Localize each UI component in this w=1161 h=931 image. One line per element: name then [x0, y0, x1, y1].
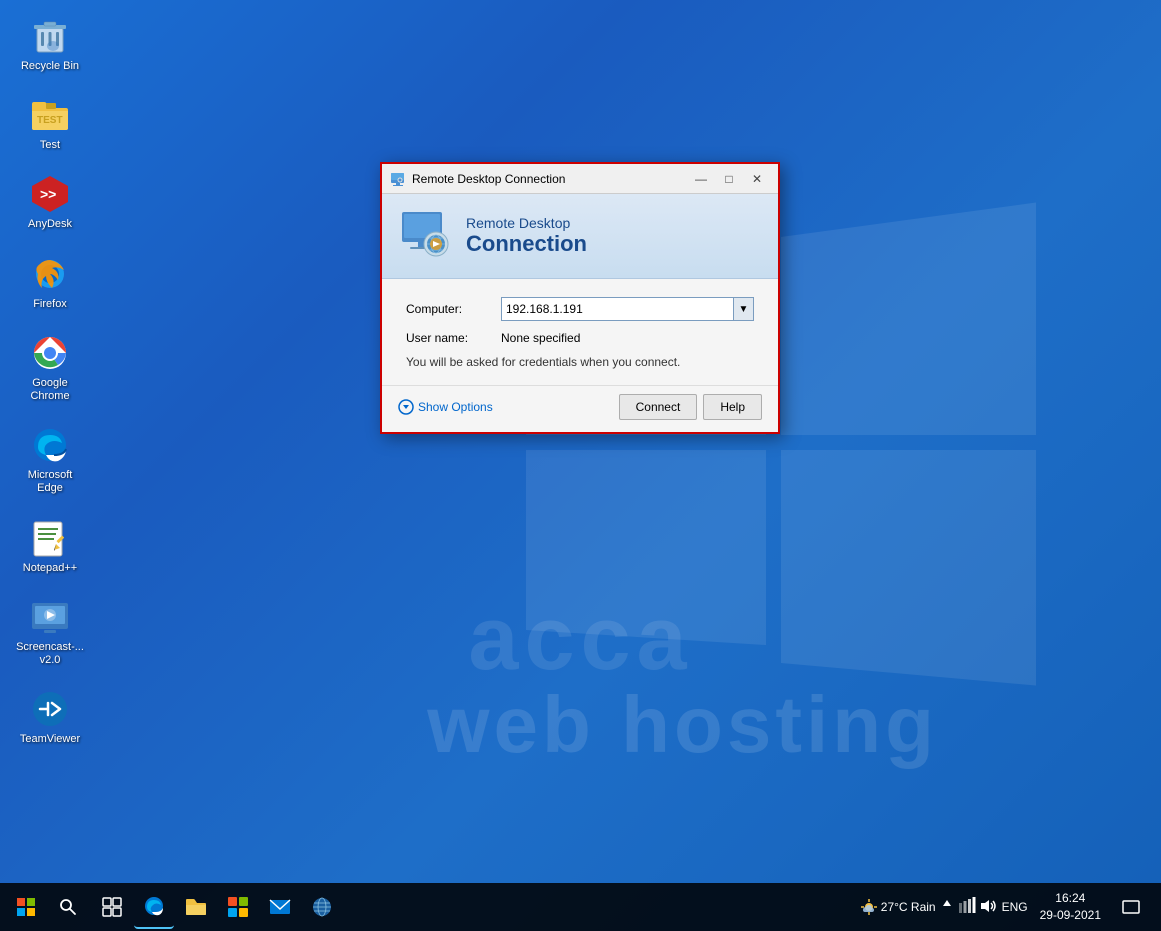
- username-value: None specified: [501, 331, 580, 345]
- language-indicator[interactable]: ENG: [1002, 900, 1028, 914]
- notepadpp-label: Notepad++: [23, 562, 77, 575]
- teamviewer-label: TeamViewer: [20, 733, 80, 746]
- dialog-body: Computer: ▼ User name: None specified Yo…: [382, 279, 778, 385]
- heading-line2: Connection: [466, 231, 587, 257]
- computer-input-wrapper: ▼: [501, 297, 754, 321]
- dialog-controls: — □ ✕: [688, 168, 770, 190]
- minimize-button[interactable]: —: [688, 168, 714, 190]
- dialog-window: Remote Desktop Connection — □ ✕: [380, 162, 780, 434]
- taskbar-world[interactable]: [302, 885, 342, 929]
- mail-icon: [269, 896, 291, 918]
- taskbar-task-view[interactable]: [92, 885, 132, 929]
- recycle-bin-label: Recycle Bin: [21, 60, 79, 73]
- tray-expand[interactable]: [940, 899, 954, 916]
- icon-recycle-bin[interactable]: Recycle Bin: [10, 10, 90, 79]
- taskbar: 27°C Rain: [0, 883, 1161, 931]
- clock-widget[interactable]: 16:24 29-09-2021: [1032, 890, 1109, 924]
- taskbar-file-explorer[interactable]: [176, 885, 216, 929]
- network-icon-tray[interactable]: [958, 897, 976, 918]
- svg-text:TEST: TEST: [37, 115, 63, 126]
- search-icon: [59, 898, 77, 916]
- show-options-button[interactable]: Show Options: [398, 399, 493, 415]
- dialog-heading: Remote Desktop Connection: [466, 215, 587, 257]
- svg-text:>>: >>: [40, 186, 56, 202]
- world-icon: [311, 896, 333, 918]
- anydesk-label: AnyDesk: [28, 218, 72, 231]
- computer-label: Computer:: [406, 302, 501, 316]
- desktop: acca web hosting Rec: [0, 0, 1161, 931]
- screencast-label: Screencast-... v2.0: [16, 641, 84, 667]
- windows-start-icon: [17, 898, 35, 916]
- file-explorer-icon: [185, 896, 207, 918]
- system-tray: 27°C Rain: [852, 885, 1157, 929]
- test-folder-label: Test: [40, 139, 60, 152]
- username-label: User name:: [406, 331, 501, 345]
- computer-input[interactable]: [501, 297, 734, 321]
- weather-widget[interactable]: 27°C Rain: [860, 898, 936, 916]
- clock-date: 29-09-2021: [1040, 907, 1101, 924]
- hint-text: You will be asked for credentials when y…: [406, 355, 754, 369]
- icon-microsoft-edge[interactable]: Microsoft Edge: [10, 419, 90, 501]
- taskbar-store[interactable]: [218, 885, 258, 929]
- google-chrome-label: Google Chrome: [16, 377, 84, 403]
- volume-icon-tray[interactable]: [980, 897, 998, 918]
- computer-row: Computer: ▼: [406, 297, 754, 321]
- icon-screencast[interactable]: Screencast-... v2.0: [10, 591, 90, 673]
- desktop-icons: Recycle Bin TEST Test >> An: [10, 10, 90, 752]
- help-button[interactable]: Help: [703, 394, 762, 420]
- microsoft-edge-label: Microsoft Edge: [16, 469, 84, 495]
- notification-icon: [1122, 898, 1140, 916]
- dialog-header: Remote Desktop Connection: [382, 194, 778, 279]
- notification-button[interactable]: [1113, 885, 1149, 929]
- icon-google-chrome[interactable]: Google Chrome: [10, 327, 90, 409]
- icon-anydesk[interactable]: >> AnyDesk: [10, 168, 90, 237]
- show-options-icon: [398, 399, 414, 415]
- icon-test-folder[interactable]: TEST Test: [10, 89, 90, 158]
- rdp-dialog: Remote Desktop Connection — □ ✕: [380, 162, 780, 434]
- dialog-footer: Show Options Connect Help: [382, 385, 778, 432]
- caret-up-icon: [942, 899, 952, 913]
- maximize-button[interactable]: □: [716, 168, 742, 190]
- store-icon: [227, 896, 249, 918]
- search-button[interactable]: [50, 889, 86, 925]
- show-options-label: Show Options: [418, 400, 493, 414]
- taskbar-mail[interactable]: [260, 885, 300, 929]
- rdp-icon: [398, 210, 454, 262]
- icon-notepadpp[interactable]: Notepad++: [10, 512, 90, 581]
- close-button[interactable]: ✕: [744, 168, 770, 190]
- rdp-title-icon: [390, 171, 406, 187]
- weather-text: 27°C Rain: [881, 900, 936, 914]
- icon-firefox[interactable]: Firefox: [10, 248, 90, 317]
- volume-icon: [980, 897, 998, 915]
- edge-taskbar-icon: [143, 895, 165, 917]
- start-button[interactable]: [4, 885, 48, 929]
- network-icon: [958, 897, 976, 915]
- taskbar-edge[interactable]: [134, 885, 174, 929]
- taskbar-pinned-icons: [92, 885, 342, 929]
- computer-dropdown-arrow[interactable]: ▼: [734, 297, 754, 321]
- clock-time: 16:24: [1040, 890, 1101, 907]
- dialog-title: Remote Desktop Connection: [412, 172, 688, 186]
- weather-icon: [860, 898, 878, 916]
- firefox-label: Firefox: [33, 298, 67, 311]
- heading-line1: Remote Desktop: [466, 215, 587, 231]
- username-row: User name: None specified: [406, 331, 754, 345]
- dialog-titlebar: Remote Desktop Connection — □ ✕: [382, 164, 778, 194]
- connect-button[interactable]: Connect: [619, 394, 698, 420]
- task-view-icon: [102, 897, 122, 917]
- icon-teamviewer[interactable]: TeamViewer: [10, 683, 90, 752]
